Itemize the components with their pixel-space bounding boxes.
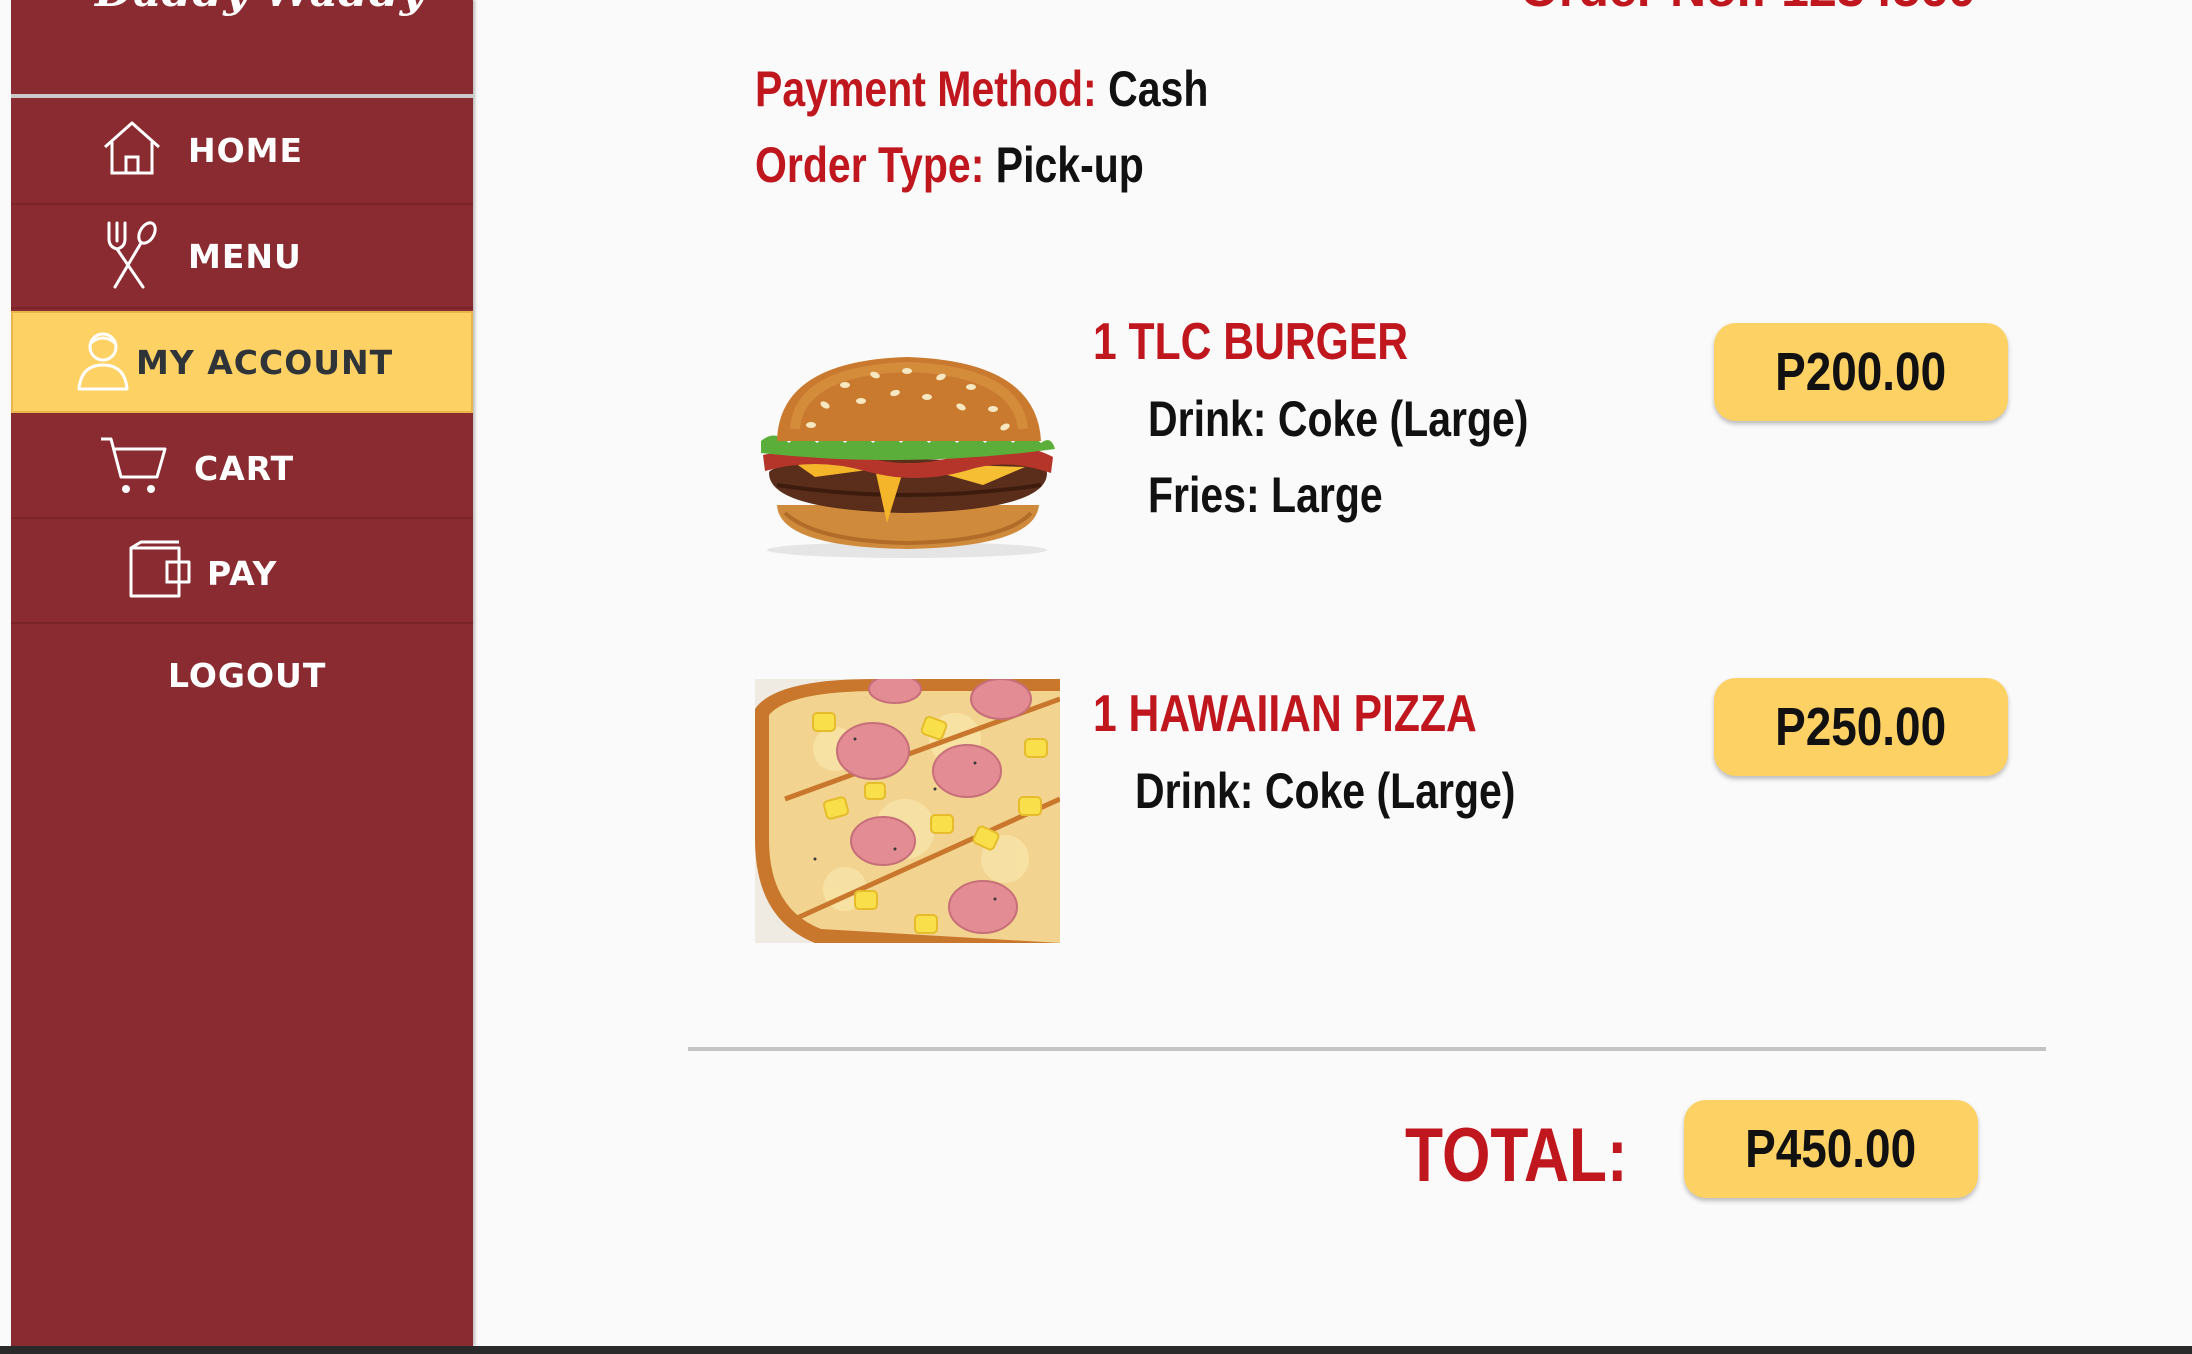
utensils-icon xyxy=(107,221,157,289)
order-item-detail: Drink: Coke (Large) xyxy=(1148,391,1529,447)
sidebar-item-my-account[interactable]: MY ACCOUNT xyxy=(11,311,473,413)
item-price: P250.00 xyxy=(1775,697,1947,757)
burger-image xyxy=(755,345,1060,560)
user-icon xyxy=(77,332,129,391)
sidebar-item-label: PAY xyxy=(207,554,278,593)
order-item-detail: Fries: Large xyxy=(1148,467,1383,523)
payment-method-value: Cash xyxy=(1108,61,1209,117)
total-label: TOTAL: xyxy=(1405,1113,1628,1198)
order-item-detail: Drink: Coke (Large) xyxy=(1135,763,1516,819)
sidebar: Daddy Waddy HOME MENU xyxy=(11,0,473,1346)
cart-icon xyxy=(101,437,167,493)
wallet-icon xyxy=(129,540,191,598)
sidebar-item-label: LOGOUT xyxy=(168,656,327,695)
taskbar-strip xyxy=(0,1346,2192,1354)
payment-method-line: Payment Method: Cash xyxy=(755,60,1208,118)
order-type-label: Order Type: xyxy=(755,137,985,193)
payment-method-label: Payment Method: xyxy=(755,61,1097,117)
total-price-button[interactable]: P450.00 xyxy=(1684,1100,1978,1198)
divider xyxy=(688,1047,2046,1051)
order-reference: Order No.: 1234560 xyxy=(1520,0,1976,18)
brand-logo[interactable]: Daddy Waddy xyxy=(95,0,425,17)
item-price-button[interactable]: P250.00 xyxy=(1714,678,2008,776)
sidebar-item-pay[interactable]: PAY xyxy=(11,520,473,624)
app-window: Daddy Waddy HOME MENU xyxy=(0,0,2192,1354)
pizza-image xyxy=(755,679,1060,943)
brand-header: Daddy Waddy xyxy=(11,0,473,98)
sidebar-item-label: MY ACCOUNT xyxy=(136,343,394,382)
order-type-value: Pick-up xyxy=(995,137,1144,193)
sidebar-item-label: MENU xyxy=(188,237,302,276)
home-icon xyxy=(104,121,160,175)
sidebar-item-label: HOME xyxy=(188,131,304,170)
sidebar-item-cart[interactable]: CART xyxy=(11,415,473,519)
sidebar-item-logout[interactable]: LOGOUT xyxy=(11,626,473,728)
item-price-button[interactable]: P200.00 xyxy=(1714,323,2008,421)
sidebar-item-menu[interactable]: MENU xyxy=(11,205,473,309)
sidebar-item-label: CART xyxy=(194,449,295,488)
sidebar-item-home[interactable]: HOME xyxy=(11,101,473,205)
order-item-title: 1 HAWAIIAN PIZZA xyxy=(1093,685,1477,743)
item-price: P200.00 xyxy=(1775,342,1947,402)
order-item-title: 1 TLC BURGER xyxy=(1093,313,1409,371)
total-price: P450.00 xyxy=(1745,1119,1917,1179)
order-type-line: Order Type: Pick-up xyxy=(755,136,1144,194)
